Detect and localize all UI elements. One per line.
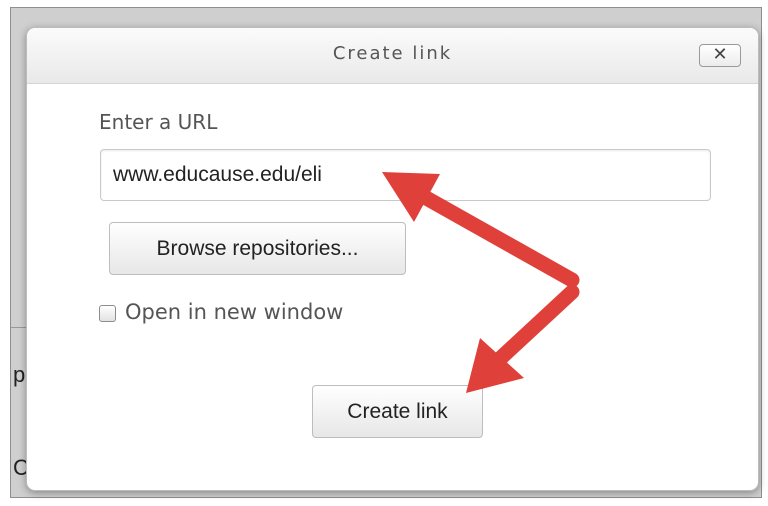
url-input[interactable] (100, 149, 711, 201)
create-link-button[interactable]: Create link (312, 385, 483, 438)
background-text-fragment: p (13, 362, 26, 387)
close-icon: ✕ (712, 44, 728, 65)
url-field-label: Enter a URL (99, 110, 218, 134)
dialog-title: Create link (332, 43, 453, 64)
open-in-new-window-checkbox[interactable] (99, 305, 116, 322)
create-link-dialog: Create link ✕ Enter a URL Browse reposit… (26, 27, 759, 491)
open-in-new-window-label: Open in new window (125, 300, 344, 324)
dialog-titlebar: Create link ✕ (27, 28, 758, 84)
browse-repositories-button[interactable]: Browse repositories... (109, 222, 406, 275)
close-button[interactable]: ✕ (699, 44, 741, 67)
